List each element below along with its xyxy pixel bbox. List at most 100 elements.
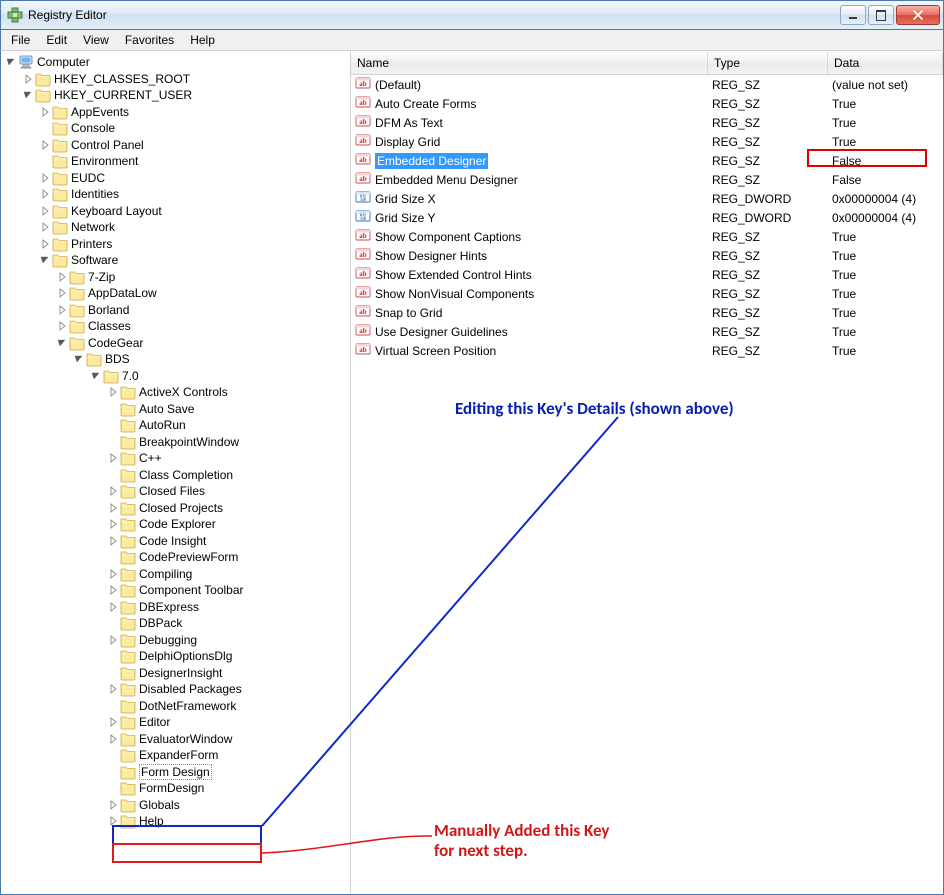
expander-icon[interactable]: [107, 485, 119, 497]
expander-icon[interactable]: [107, 782, 119, 794]
tree-node-codepreviewform[interactable]: CodePreviewForm: [1, 549, 350, 566]
tree-node-component-toolbar[interactable]: Component Toolbar: [1, 582, 350, 599]
expander-icon[interactable]: [56, 337, 68, 349]
tree-node-closed-files[interactable]: Closed Files: [1, 483, 350, 500]
tree-node-designerinsight[interactable]: DesignerInsight: [1, 665, 350, 682]
tree-node-breakpointwindow[interactable]: BreakpointWindow: [1, 434, 350, 451]
expander-icon[interactable]: [107, 650, 119, 662]
expander-icon[interactable]: [39, 106, 51, 118]
tree-node-eudc[interactable]: EUDC: [1, 170, 350, 187]
tree-node-debugging[interactable]: Debugging: [1, 632, 350, 649]
expander-icon[interactable]: [107, 815, 119, 827]
menu-edit[interactable]: Edit: [38, 31, 75, 49]
close-button[interactable]: [896, 5, 940, 25]
tree-node-formdesign[interactable]: FormDesign: [1, 780, 350, 797]
menu-help[interactable]: Help: [182, 31, 223, 49]
tree-node-activex-controls[interactable]: ActiveX Controls: [1, 384, 350, 401]
value-row[interactable]: Embedded Menu Designer REG_SZ False: [351, 170, 943, 189]
tree-node-c-[interactable]: C++: [1, 450, 350, 467]
col-header-data[interactable]: Data: [828, 52, 943, 74]
expander-icon[interactable]: [39, 188, 51, 200]
expander-icon[interactable]: [73, 353, 85, 365]
tree-node-codegear[interactable]: CodeGear: [1, 335, 350, 352]
menu-view[interactable]: View: [75, 31, 117, 49]
tree-node-delphioptionsdlg[interactable]: DelphiOptionsDlg: [1, 648, 350, 665]
expander-icon[interactable]: [107, 749, 119, 761]
expander-icon[interactable]: [107, 502, 119, 514]
expander-icon[interactable]: [107, 601, 119, 613]
tree-node-network[interactable]: Network: [1, 219, 350, 236]
list-pane[interactable]: Name Type Data (Default) REG_SZ (value n…: [351, 52, 943, 894]
tree-node-7-zip[interactable]: 7-Zip: [1, 269, 350, 286]
tree-node-classes[interactable]: Classes: [1, 318, 350, 335]
expander-icon[interactable]: [39, 238, 51, 250]
tree-node-code-insight[interactable]: Code Insight: [1, 533, 350, 550]
minimize-button[interactable]: [840, 5, 866, 25]
expander-icon[interactable]: [107, 700, 119, 712]
tree-node-disabled-packages[interactable]: Disabled Packages: [1, 681, 350, 698]
menu-file[interactable]: File: [3, 31, 38, 49]
tree-node-compiling[interactable]: Compiling: [1, 566, 350, 583]
value-row[interactable]: Show NonVisual Components REG_SZ True: [351, 284, 943, 303]
expander-icon[interactable]: [107, 584, 119, 596]
expander-icon[interactable]: [107, 403, 119, 415]
expander-icon[interactable]: [39, 172, 51, 184]
tree-node-software[interactable]: Software: [1, 252, 350, 269]
tree-node-form-design[interactable]: Form Design: [1, 764, 350, 781]
expander-icon[interactable]: [107, 799, 119, 811]
expander-icon[interactable]: [22, 89, 34, 101]
expander-icon[interactable]: [107, 634, 119, 646]
value-row[interactable]: Grid Size X REG_DWORD 0x00000004 (4): [351, 189, 943, 208]
expander-icon[interactable]: [56, 304, 68, 316]
expander-icon[interactable]: [107, 766, 119, 778]
value-row[interactable]: Use Designer Guidelines REG_SZ True: [351, 322, 943, 341]
value-row[interactable]: Show Component Captions REG_SZ True: [351, 227, 943, 246]
expander-icon[interactable]: [107, 535, 119, 547]
expander-icon[interactable]: [107, 617, 119, 629]
value-row[interactable]: Grid Size Y REG_DWORD 0x00000004 (4): [351, 208, 943, 227]
tree-node-hkcr[interactable]: HKEY_CLASSES_ROOT: [1, 71, 350, 88]
expander-icon[interactable]: [39, 254, 51, 266]
expander-icon[interactable]: [107, 469, 119, 481]
expander-icon[interactable]: [107, 452, 119, 464]
tree-node-expanderform[interactable]: ExpanderForm: [1, 747, 350, 764]
expander-icon[interactable]: [107, 386, 119, 398]
menu-favorites[interactable]: Favorites: [117, 31, 182, 49]
tree-node-appdatalow[interactable]: AppDataLow: [1, 285, 350, 302]
tree-node-control-panel[interactable]: Control Panel: [1, 137, 350, 154]
tree-node-help[interactable]: Help: [1, 813, 350, 830]
value-row[interactable]: Show Extended Control Hints REG_SZ True: [351, 265, 943, 284]
tree-node-code-explorer[interactable]: Code Explorer: [1, 516, 350, 533]
expander-icon[interactable]: [39, 122, 51, 134]
expander-icon[interactable]: [107, 568, 119, 580]
maximize-button[interactable]: [868, 5, 894, 25]
expander-icon[interactable]: [39, 139, 51, 151]
value-row[interactable]: DFM As Text REG_SZ True: [351, 113, 943, 132]
expander-icon[interactable]: [56, 320, 68, 332]
tree-node-appevents[interactable]: AppEvents: [1, 104, 350, 121]
tree-node-evaluatorwindow[interactable]: EvaluatorWindow: [1, 731, 350, 748]
tree-node-keyboard-layout[interactable]: Keyboard Layout: [1, 203, 350, 220]
value-row[interactable]: Virtual Screen Position REG_SZ True: [351, 341, 943, 360]
expander-icon[interactable]: [107, 551, 119, 563]
tree-node-console[interactable]: Console: [1, 120, 350, 137]
tree-node-printers[interactable]: Printers: [1, 236, 350, 253]
expander-icon[interactable]: [39, 205, 51, 217]
tree-node-identities[interactable]: Identities: [1, 186, 350, 203]
tree-node-autorun[interactable]: AutoRun: [1, 417, 350, 434]
value-row[interactable]: Snap to Grid REG_SZ True: [351, 303, 943, 322]
expander-icon[interactable]: [5, 56, 17, 68]
tree-node-dbpack[interactable]: DBPack: [1, 615, 350, 632]
value-row[interactable]: Show Designer Hints REG_SZ True: [351, 246, 943, 265]
tree-pane[interactable]: Computer HKEY_CLASSES_ROOT HKEY_CURRENT_…: [1, 52, 351, 894]
expander-icon[interactable]: [107, 436, 119, 448]
tree-node-environment[interactable]: Environment: [1, 153, 350, 170]
tree-node-auto-save[interactable]: Auto Save: [1, 401, 350, 418]
tree-node-computer[interactable]: Computer: [1, 54, 350, 71]
tree-node-hkcu[interactable]: HKEY_CURRENT_USER: [1, 87, 350, 104]
expander-icon[interactable]: [39, 155, 51, 167]
tree-node-bds[interactable]: BDS: [1, 351, 350, 368]
tree-node-7-0[interactable]: 7.0: [1, 368, 350, 385]
tree-node-closed-projects[interactable]: Closed Projects: [1, 500, 350, 517]
expander-icon[interactable]: [107, 518, 119, 530]
